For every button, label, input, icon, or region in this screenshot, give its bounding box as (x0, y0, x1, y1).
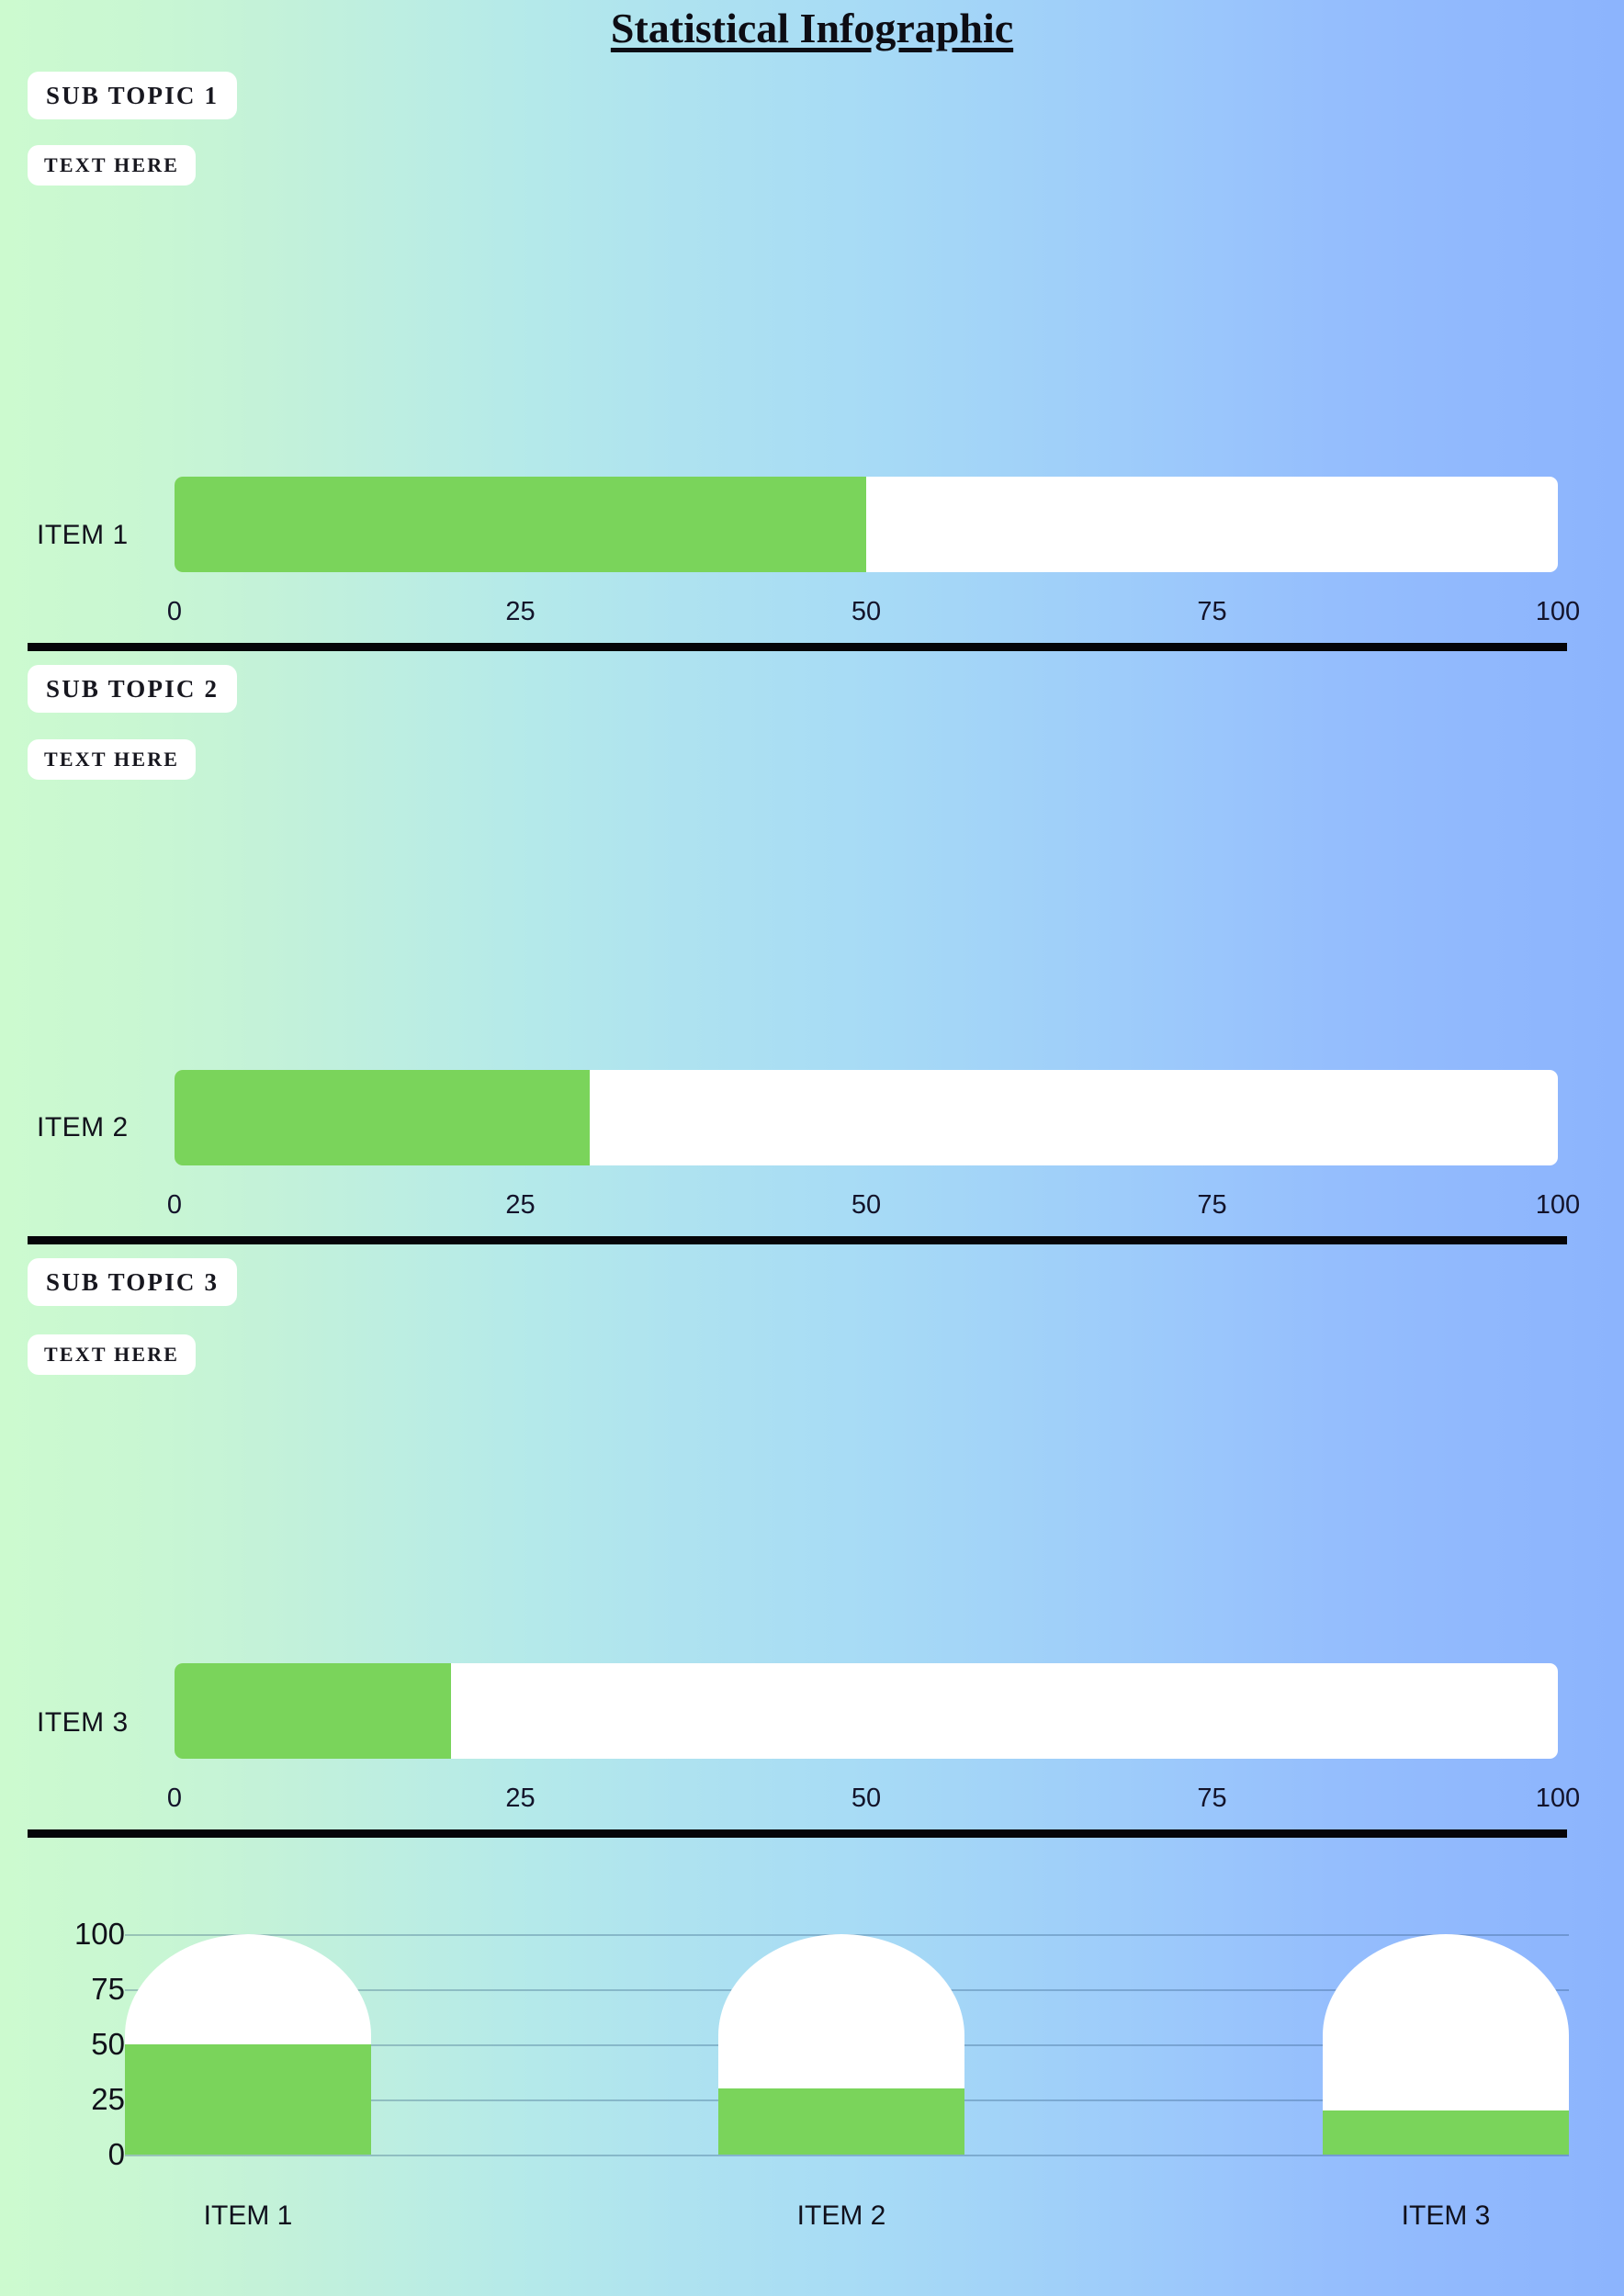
dome-x-label-item-1: ITEM 1 (203, 2200, 293, 2231)
bar-fill-item-3 (175, 1663, 452, 1759)
dome-bar-item-2[interactable] (718, 1934, 964, 2155)
sub-topic-1-pill: SUB TOPIC 1 (28, 72, 238, 119)
sub-topic-2-pill: SUB TOPIC 2 (28, 665, 238, 713)
sub-topic-3-text-label: TEXT HERE (44, 1343, 180, 1366)
y-axis-tick-0: 0 (107, 2137, 125, 2171)
axis-tick-75: 75 (1197, 1190, 1227, 1220)
sub-topic-3-text-pill: TEXT HERE (28, 1334, 197, 1375)
sub-topic-1-label: SUB TOPIC 1 (46, 81, 220, 109)
axis-item-1: 0 25 50 75 100 (167, 597, 1580, 634)
bar-label-item-2: ITEM 2 (37, 1112, 129, 1142)
dome-bar-item-3[interactable] (1323, 1934, 1569, 2155)
axis-tick-100: 100 (1535, 1190, 1581, 1220)
bar-fill-item-2 (175, 1070, 590, 1165)
sub-topic-3-label: SUB TOPIC 3 (46, 1267, 220, 1296)
divider-rule-2 (28, 1236, 1567, 1244)
bar-fill-item-1 (175, 477, 866, 572)
sub-topic-1-text-label: TEXT HERE (44, 153, 180, 176)
bar-track-item-1[interactable] (175, 477, 1558, 572)
sub-topic-2-text-label: TEXT HERE (44, 748, 180, 771)
infographic-page: Statistical Infographic SUB TOPIC 1 TEXT… (0, 0, 1624, 2296)
bar-label-item-1: ITEM 1 (37, 520, 129, 550)
gridline-0 (125, 2155, 1569, 2156)
bar-track-item-2[interactable] (175, 1070, 1558, 1165)
dome-x-label-item-3: ITEM 3 (1401, 2200, 1491, 2231)
divider-rule-3 (28, 1829, 1567, 1838)
axis-tick-0: 0 (166, 1190, 183, 1220)
y-axis-tick-100: 100 (73, 1917, 125, 1951)
axis-tick-25: 25 (505, 1190, 536, 1220)
axis-tick-25: 25 (505, 597, 536, 626)
dome-fill-item-3 (1323, 2110, 1569, 2155)
dome-fill-item-1 (125, 2044, 371, 2155)
divider-rule-1 (28, 643, 1567, 651)
sub-topic-2-label: SUB TOPIC 2 (46, 674, 220, 703)
dome-fill-item-2 (718, 2088, 964, 2155)
y-axis-tick-75: 75 (91, 1972, 125, 2006)
axis-item-2: 0 25 50 75 100 (167, 1190, 1580, 1227)
y-axis-tick-25: 25 (91, 2082, 125, 2116)
axis-tick-100: 100 (1535, 1784, 1581, 1813)
axis-tick-50: 50 (851, 1784, 882, 1813)
axis-tick-0: 0 (166, 597, 183, 626)
dome-bar-item-1[interactable] (125, 1934, 371, 2155)
sub-topic-2-text-pill: TEXT HERE (28, 739, 197, 780)
sub-topic-1-text-pill: TEXT HERE (28, 145, 197, 186)
bar-label-item-3: ITEM 3 (37, 1707, 129, 1738)
axis-tick-0: 0 (166, 1784, 183, 1813)
page-title: Statistical Infographic (610, 5, 1014, 51)
axis-tick-75: 75 (1197, 1784, 1227, 1813)
bar-track-item-3[interactable] (175, 1663, 1558, 1759)
dome-x-label-item-2: ITEM 2 (796, 2200, 886, 2231)
axis-tick-50: 50 (851, 1190, 882, 1220)
axis-item-3: 0 25 50 75 100 (167, 1784, 1580, 1820)
axis-tick-50: 50 (851, 597, 882, 626)
axis-tick-25: 25 (505, 1784, 536, 1813)
axis-tick-100: 100 (1535, 597, 1581, 626)
axis-tick-75: 75 (1197, 597, 1227, 626)
sub-topic-3-pill: SUB TOPIC 3 (28, 1258, 238, 1306)
dome-chart: 100 75 50 25 0 ITEM 1 ITEM 2 ITEM 3 (0, 1910, 1624, 2296)
y-axis-tick-50: 50 (91, 2027, 125, 2061)
